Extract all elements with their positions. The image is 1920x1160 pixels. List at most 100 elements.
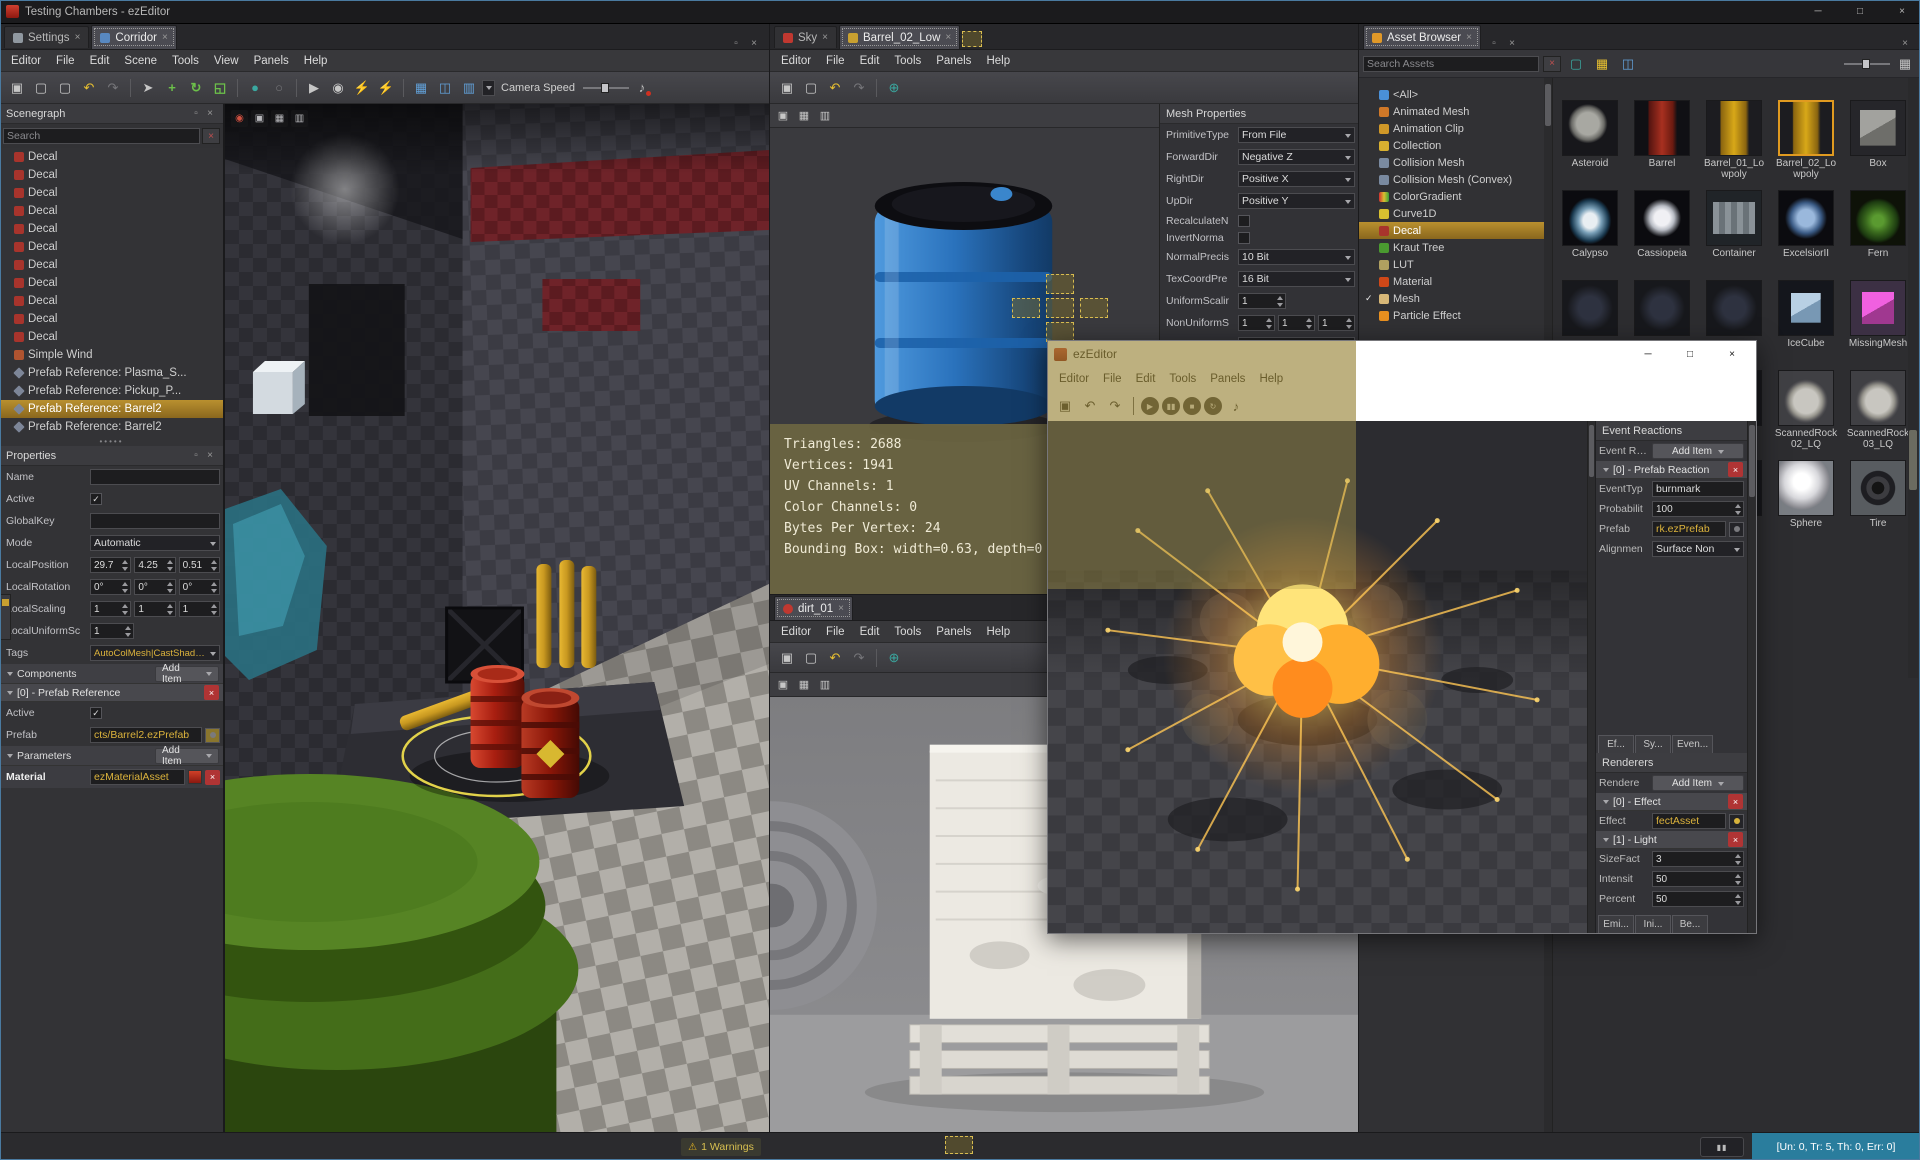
material-asset-field[interactable]: ezMaterialAsset [90, 769, 185, 785]
maximize-button[interactable]: □ [1672, 342, 1708, 366]
local-scaling-z[interactable]: 1 [178, 601, 220, 617]
background-processes-button[interactable]: ▮▮ [1700, 1137, 1744, 1157]
asset-item[interactable]: Cassiopeia [1629, 190, 1695, 270]
panel-close-icon[interactable]: × [203, 108, 217, 119]
menu-item[interactable]: Edit [853, 53, 887, 69]
tab-close-icon[interactable]: × [822, 32, 828, 43]
tab-close-icon[interactable]: × [162, 32, 168, 43]
panel-float-icon[interactable]: ▫ [189, 108, 203, 119]
invert-normals-checkbox[interactable]: ✓ [1238, 231, 1250, 244]
delete-item-icon[interactable]: × [1728, 794, 1743, 809]
collapse-icon[interactable] [1603, 800, 1609, 807]
scenegraph-item[interactable]: Prefab Reference: Barrel2 [0, 418, 223, 436]
scenegraph-item[interactable]: Decal [0, 292, 223, 310]
asset-thumbnail[interactable] [1562, 100, 1618, 156]
asset-filter-icon[interactable]: ▦ [1591, 53, 1613, 75]
add-parameter-button[interactable]: Add Item [155, 745, 219, 767]
local-rotation-x[interactable]: 0° [90, 579, 132, 595]
forward-dir-select[interactable]: Negative Z [1238, 149, 1355, 165]
dock-guide-status[interactable] [945, 1136, 973, 1154]
asset-item[interactable]: Container [1701, 190, 1767, 270]
maximize-button[interactable]: □ [1842, 0, 1878, 24]
panel-float-icon[interactable]: ▫ [189, 450, 203, 461]
scrollbar-thumb[interactable] [1589, 425, 1594, 477]
redo-icon[interactable]: ↷ [848, 77, 870, 99]
up-dir-select[interactable]: Positive Y [1238, 193, 1355, 209]
asset-browser-tab[interactable]: Asset Browser × [1363, 25, 1481, 49]
scenegraph-item[interactable]: Decal [0, 184, 223, 202]
minimize-button[interactable]: ─ [1630, 342, 1666, 366]
undo-icon[interactable]: ↶ [824, 77, 846, 99]
prefab-asset-field[interactable]: cts/Barrel2.ezPrefab [90, 727, 202, 743]
spinner-arrows-icon[interactable] [121, 559, 130, 572]
panel-scrollbar[interactable] [1747, 421, 1756, 933]
scene-viewport[interactable]: ◉ ▣ ▦ ▥ [225, 104, 769, 1132]
save-icon[interactable]: ▣ [6, 77, 28, 99]
asset-type-filter[interactable]: ✓ ColorGradient [1359, 188, 1552, 205]
asset-thumbnail[interactable] [1562, 190, 1618, 246]
effect-asset-field[interactable]: fectAsset [1652, 813, 1726, 829]
menu-item[interactable]: Help [979, 624, 1017, 640]
tab-close-icon[interactable]: × [945, 32, 951, 43]
particle-section-tab[interactable]: Be... [1672, 915, 1708, 933]
local-scaling-x[interactable]: 1 [90, 601, 132, 617]
spinner-arrows-icon[interactable] [121, 603, 130, 616]
scenegraph-item[interactable]: Simple Wind [0, 346, 223, 364]
menu-item[interactable]: Help [1252, 371, 1290, 387]
add-renderer-button[interactable]: Add Item [1652, 775, 1744, 791]
component-active-checkbox[interactable]: ✓ [90, 707, 102, 719]
asset-thumbnail[interactable] [1778, 460, 1834, 516]
particle-editor-window[interactable]: ezEditor ─ □ × Editor File Edit Tools Panels… [1047, 340, 1757, 934]
slider-handle[interactable] [1862, 58, 1870, 69]
render-mode-icon[interactable]: ▦ [271, 110, 288, 127]
particle-section-tab[interactable]: Ef... [1598, 735, 1634, 753]
view-grid-icon[interactable]: ▦ [795, 676, 813, 694]
scrollbar-thumb[interactable] [1749, 425, 1755, 497]
copy-icon[interactable]: ▢ [800, 77, 822, 99]
menu-item[interactable]: Edit [1129, 371, 1163, 387]
thumbnail-view-icon[interactable]: ▦ [1894, 53, 1916, 75]
scenegraph-search-input[interactable] [3, 128, 200, 144]
menu-item[interactable]: File [49, 53, 82, 69]
non-uniform-x-spinner[interactable]: 1 [1238, 315, 1275, 331]
panel-close-icon[interactable]: × [1505, 38, 1519, 49]
menu-item[interactable]: Help [979, 53, 1017, 69]
world-space-icon[interactable]: ● [244, 77, 266, 99]
particle-preview-viewport[interactable] [1048, 421, 1587, 933]
asset-item[interactable]: ScannedRock03_LQ [1845, 370, 1911, 450]
asset-item[interactable]: Barrel_01_Lowpoly [1701, 100, 1767, 180]
play-scene-icon[interactable]: ▶ [303, 77, 325, 99]
globe-icon[interactable]: ⊕ [883, 647, 905, 669]
menu-item[interactable]: Panels [929, 624, 978, 640]
asset-item[interactable]: MissingMesh [1845, 280, 1911, 360]
asset-item[interactable]: Sphere [1773, 460, 1839, 540]
right-dir-select[interactable]: Positive X [1238, 171, 1355, 187]
menu-item[interactable]: Panels [247, 53, 296, 69]
dock-guide-bottom[interactable] [1046, 322, 1074, 342]
particle-section-tab[interactable]: Emi... [1598, 915, 1634, 933]
red-barrel-1[interactable] [470, 665, 525, 768]
tab-close-icon[interactable]: × [75, 32, 81, 43]
menu-item[interactable]: View [207, 53, 246, 69]
camera-speed-slider[interactable] [583, 81, 629, 95]
add-component-button[interactable]: Add Item [155, 663, 219, 685]
search-clear-icon[interactable]: × [202, 128, 220, 144]
view-grid-icon[interactable]: ▦ [795, 107, 813, 125]
restart-icon[interactable]: ↻ [1204, 397, 1222, 415]
view-shading-icon[interactable]: ▥ [816, 107, 834, 125]
asset-thumbnail[interactable] [1706, 100, 1762, 156]
view-options-icon[interactable]: ◫ [1617, 53, 1639, 75]
asset-item[interactable]: Tire [1845, 460, 1911, 540]
dock-guide-left[interactable] [1012, 298, 1040, 318]
undo-icon[interactable]: ↶ [824, 647, 846, 669]
add-event-reaction-button[interactable]: Add Item [1652, 443, 1744, 459]
spinner-arrows-icon[interactable] [1276, 295, 1285, 308]
translate-tool-icon[interactable]: + [161, 77, 183, 99]
tags-select[interactable]: AutoColMesh|CastShadow [90, 645, 220, 661]
dock-float-icon[interactable]: ▫ [729, 38, 743, 49]
scenegraph-item[interactable]: Decal [0, 148, 223, 166]
intensity-spinner[interactable]: 50 [1652, 871, 1744, 887]
local-position-y[interactable]: 4.25 [134, 557, 176, 573]
scenegraph-item[interactable]: Decal [0, 238, 223, 256]
scenegraph-item[interactable]: Prefab Reference: Pickup_P... [0, 382, 223, 400]
